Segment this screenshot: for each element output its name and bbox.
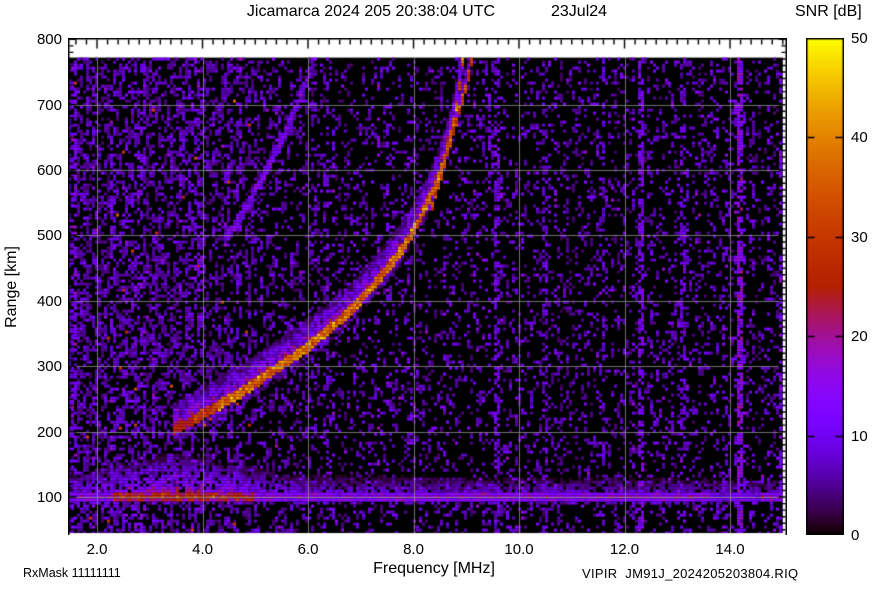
colorbar-title: SNR [dB] (795, 3, 862, 20)
colorbar-tick-label: 20 (851, 328, 868, 346)
colorbar-tick-label: 10 (851, 427, 868, 445)
x-tick-label: 2.0 (86, 541, 108, 558)
colorbar-tick-label: 0 (851, 527, 860, 544)
colorbar-canvas (806, 38, 844, 535)
rxmask-text: RxMask 11111111 (23, 566, 121, 580)
colorbar-tick-label: 50 (851, 30, 868, 47)
y-tick-label: 800 (36, 31, 62, 49)
plot-date: 23Jul24 (551, 3, 608, 20)
colorbar-tick-label: 40 (851, 129, 868, 147)
x-tick-label: 4.0 (192, 541, 213, 558)
y-tick-label: 100 (36, 489, 62, 507)
x-tick-label: 14.0 (715, 541, 745, 558)
y-tick-label: 400 (36, 292, 62, 310)
data-filename-text: VIPIR JM91J_2024205203804.RIQ (582, 566, 799, 581)
y-axis-label: Range [km] (3, 246, 20, 328)
x-axis-label: Frequency [MHz] (373, 560, 495, 577)
x-tick-label: 8.0 (403, 541, 424, 558)
y-tick-label: 300 (36, 358, 62, 376)
ionogram-heatmap-canvas (68, 38, 787, 535)
x-tick-label: 12.0 (609, 541, 640, 558)
x-tick-label: 6.0 (297, 541, 319, 558)
y-tick-label: 600 (36, 162, 62, 180)
ionogram-figure: Jicamarca 2024 205 20:38:04 UTC 23Jul24 … (0, 0, 874, 595)
y-tick-label: 500 (36, 227, 62, 245)
plot-title: Jicamarca 2024 205 20:38:04 UTC (246, 3, 496, 20)
y-tick-label: 700 (36, 96, 62, 114)
y-tick-label: 200 (36, 423, 62, 441)
colorbar-tick-label: 30 (851, 228, 868, 246)
x-tick-label: 10.0 (504, 541, 534, 558)
